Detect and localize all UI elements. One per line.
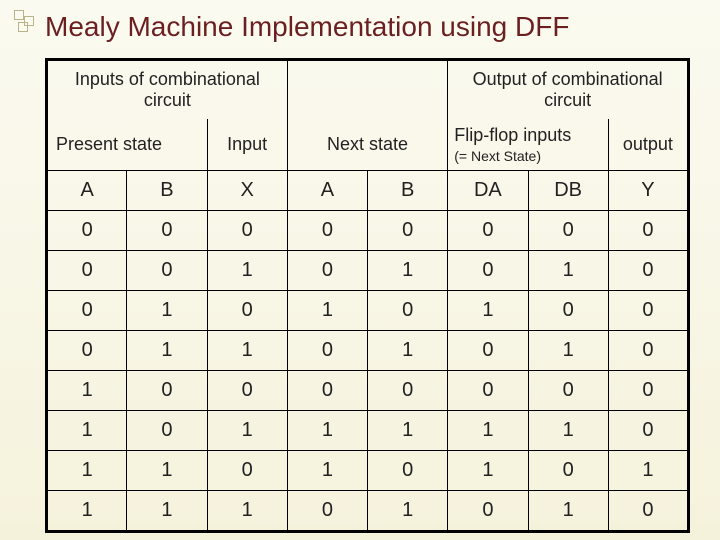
cell: 1 [47,410,127,450]
cell: 0 [608,290,688,330]
cell: 0 [368,210,448,250]
super-header-inputs: Inputs of combinational circuit [47,59,288,119]
cell: 1 [47,370,127,410]
cell: 1 [207,490,287,531]
cell: 0 [287,370,367,410]
cell: 0 [47,330,127,370]
cell: 0 [608,490,688,531]
col-A-next: A [287,170,367,210]
col-DA: DA [448,170,528,210]
cell: 0 [127,370,207,410]
cell: 1 [368,250,448,290]
group-ff-inputs: Flip-flop inputs (= Next State) [448,119,609,171]
table-row: 1 0 0 0 0 0 0 0 [47,370,689,410]
cell: 1 [528,490,608,531]
cell: 0 [608,210,688,250]
cell: 0 [448,250,528,290]
group-header-row: Present state Input Next state Flip-flop… [47,119,689,171]
cell: 0 [448,210,528,250]
super-header-outputs: Output of combinational circuit [448,59,689,119]
cell: 0 [47,210,127,250]
cell: 0 [127,410,207,450]
cell: 0 [207,450,287,490]
table-row: 0 1 1 0 1 0 1 0 [47,330,689,370]
table-body: 0 0 0 0 0 0 0 0 0 0 1 0 1 0 1 0 0 1 0 1 … [47,210,689,531]
cell: 1 [448,450,528,490]
group-present-state: Present state [47,119,208,171]
table-row: 1 0 1 1 1 1 1 0 [47,410,689,450]
cell: 1 [47,490,127,531]
table-row: 0 1 0 1 0 1 0 0 [47,290,689,330]
group-output: output [608,119,688,171]
cell: 1 [528,250,608,290]
cell: 1 [528,410,608,450]
cell: 0 [368,370,448,410]
cell: 0 [608,250,688,290]
cell: 1 [368,490,448,531]
cell: 1 [127,290,207,330]
cell: 1 [207,250,287,290]
super-header-row: Inputs of combinational circuit Output o… [47,59,689,119]
cell: 1 [368,330,448,370]
group-ff-inputs-label: Flip-flop inputs [454,125,571,145]
group-input: Input [207,119,287,171]
col-B: B [127,170,207,210]
col-Y: Y [608,170,688,210]
cell: 1 [207,410,287,450]
cell: 0 [448,330,528,370]
cell: 0 [608,330,688,370]
cell: 1 [287,450,367,490]
cell: 0 [127,210,207,250]
group-ff-inputs-sub: (= Next State) [454,148,604,164]
cell: 0 [47,250,127,290]
cell: 1 [448,410,528,450]
cell: 0 [368,450,448,490]
cell: 0 [608,410,688,450]
table-row: 1 1 0 1 0 1 0 1 [47,450,689,490]
cell: 0 [608,370,688,410]
cell: 1 [608,450,688,490]
cell: 0 [207,210,287,250]
cell: 1 [47,450,127,490]
cell: 0 [448,370,528,410]
page-title: Mealy Machine Implementation using DFF [45,10,690,44]
cell: 0 [47,290,127,330]
table-row: 0 0 0 0 0 0 0 0 [47,210,689,250]
col-B-next: B [368,170,448,210]
cell: 0 [528,210,608,250]
cell: 0 [528,450,608,490]
cell: 0 [207,290,287,330]
cell: 0 [287,210,367,250]
corner-decoration-icon [14,10,36,32]
cell: 0 [207,370,287,410]
cell: 0 [448,490,528,531]
cell: 0 [287,490,367,531]
col-A: A [47,170,127,210]
cell: 1 [448,290,528,330]
state-table: Inputs of combinational circuit Output o… [45,58,690,533]
cell: 0 [368,290,448,330]
cell: 1 [287,410,367,450]
col-DB: DB [528,170,608,210]
table-row: 0 0 1 0 1 0 1 0 [47,250,689,290]
cell: 0 [528,290,608,330]
cell: 1 [127,450,207,490]
cell: 1 [528,330,608,370]
cell: 0 [287,330,367,370]
cell: 0 [287,250,367,290]
table-row: 1 1 1 0 1 0 1 0 [47,490,689,531]
cell: 1 [207,330,287,370]
group-next-state: Next state [287,119,448,171]
cell: 0 [127,250,207,290]
col-X: X [207,170,287,210]
column-header-row: A B X A B DA DB Y [47,170,689,210]
cell: 1 [368,410,448,450]
cell: 1 [127,330,207,370]
super-header-blank [287,59,448,119]
cell: 0 [528,370,608,410]
cell: 1 [287,290,367,330]
cell: 1 [127,490,207,531]
